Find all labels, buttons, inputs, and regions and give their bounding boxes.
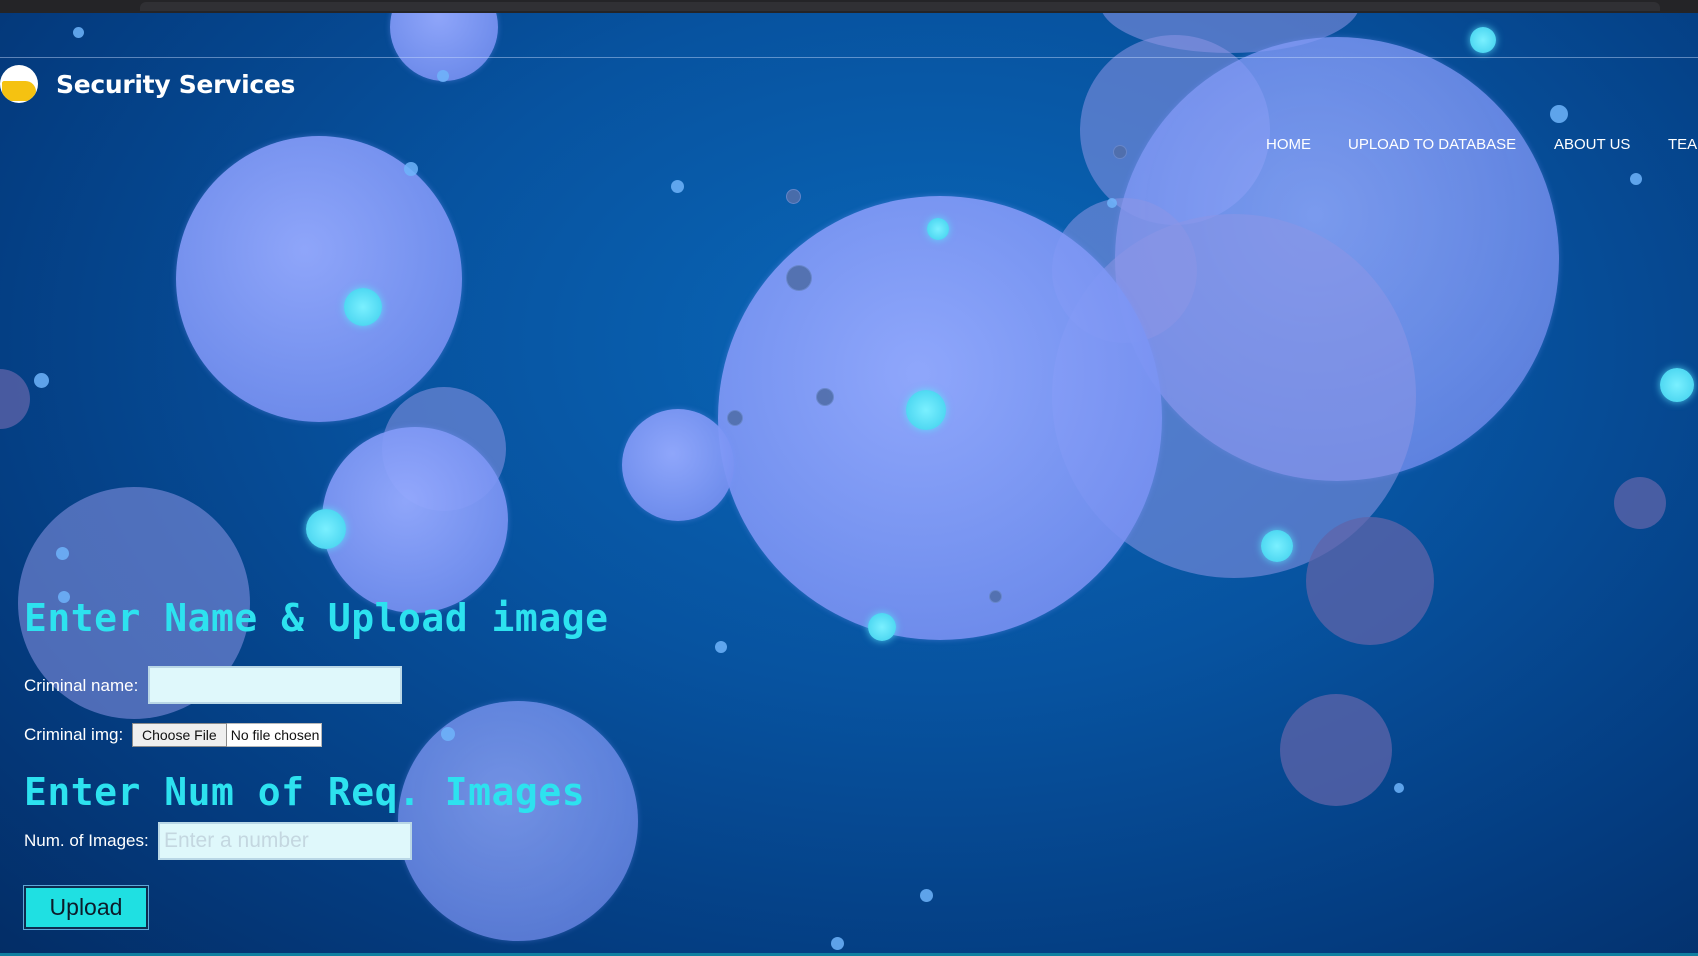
- glow-dot: [927, 218, 949, 240]
- small-dot: [73, 27, 84, 38]
- small-dot: [34, 373, 49, 388]
- background-bubble: [622, 409, 734, 521]
- criminal-name-label: Criminal name:: [24, 676, 139, 695]
- small-dot: [404, 162, 418, 176]
- background-bubble: [1280, 694, 1392, 806]
- glow-dot: [1261, 530, 1293, 562]
- num-images-heading: Enter Num of Req. Images: [24, 770, 586, 814]
- small-dot: [441, 727, 455, 741]
- glow-dot: [1660, 368, 1694, 402]
- small-dot: [1394, 783, 1404, 793]
- small-dot: [786, 265, 812, 291]
- browser-top-strip: [0, 0, 1698, 13]
- upload-button[interactable]: Upload: [24, 886, 148, 929]
- small-dot: [831, 937, 844, 950]
- background-bubble: [0, 369, 30, 429]
- small-dot: [920, 889, 933, 902]
- small-dot: [727, 410, 743, 426]
- num-images-label: Num. of Images:: [24, 831, 149, 850]
- small-dot: [671, 180, 684, 193]
- half-sun-logo-icon[interactable]: [0, 65, 38, 103]
- background-bubble: [176, 136, 462, 422]
- nav-item-team[interactable]: TEA: [1668, 136, 1697, 153]
- choose-file-button[interactable]: Choose File: [132, 723, 227, 747]
- small-dot: [437, 70, 449, 82]
- brand-name[interactable]: Security Services: [56, 70, 295, 99]
- nav-item-upload-to-database[interactable]: UPLOAD TO DATABASE: [1348, 136, 1516, 153]
- glow-dot: [344, 288, 382, 326]
- small-dot: [1550, 105, 1568, 123]
- glow-dot: [868, 613, 896, 641]
- small-dot: [786, 189, 801, 204]
- small-dot: [1630, 173, 1642, 185]
- num-images-input[interactable]: [158, 822, 412, 860]
- criminal-img-label: Criminal img:: [24, 725, 124, 744]
- header-divider: [0, 57, 1698, 58]
- glow-dot: [1470, 27, 1496, 53]
- nav-item-about-us[interactable]: ABOUT US: [1554, 136, 1630, 153]
- small-dot: [989, 590, 1002, 603]
- upload-heading: Enter Name & Upload image: [24, 596, 609, 640]
- nav-item-home[interactable]: HOME: [1266, 136, 1311, 153]
- file-status-text: No file chosen: [226, 723, 323, 747]
- background-bubble: [398, 701, 638, 941]
- browser-tab-strip: [140, 2, 1660, 11]
- background-bubble: [1614, 477, 1666, 529]
- small-dot: [1107, 198, 1117, 208]
- criminal-name-input[interactable]: [148, 666, 402, 704]
- glow-dot: [306, 509, 346, 549]
- small-dot: [56, 547, 69, 560]
- small-dot: [816, 388, 834, 406]
- criminal-img-file-input[interactable]: Choose File No file chosen: [132, 723, 323, 747]
- background-bubble: [1306, 517, 1434, 645]
- small-dot: [715, 641, 727, 653]
- background-bubble: [322, 427, 508, 613]
- glow-dot: [906, 390, 946, 430]
- main-nav: HOME UPLOAD TO DATABASE ABOUT US TEA: [0, 136, 1698, 160]
